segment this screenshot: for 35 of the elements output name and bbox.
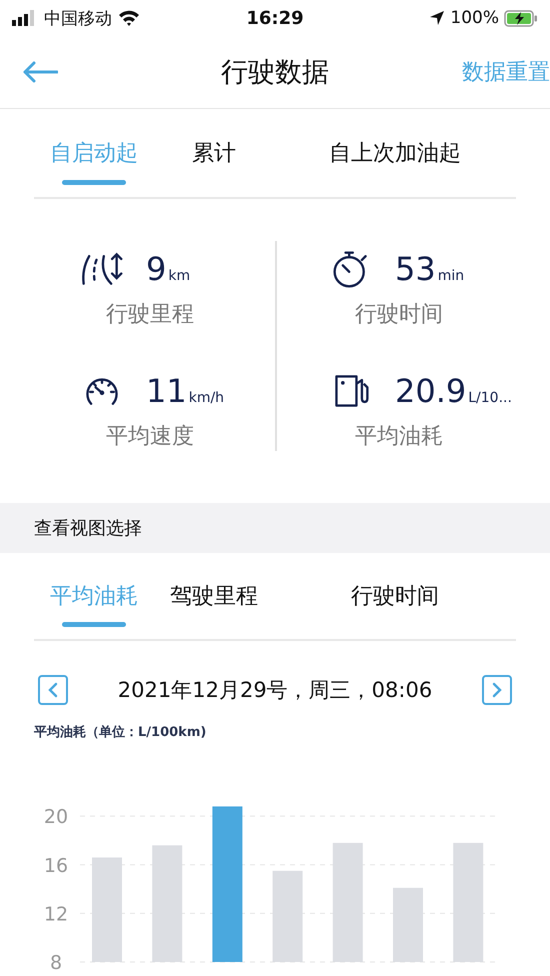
location-arrow-icon [429,10,446,26]
wifi-icon [118,10,140,26]
stat-unit: km [168,268,190,284]
carrier-name: 中国移动 [44,8,112,30]
tab[interactable]: 行驶时间 [274,553,516,639]
y-tick-label: 20 [44,806,68,828]
clock-time: 16:29 [246,8,304,28]
stat-unit: km/h [188,390,224,406]
chevron-left-icon [48,682,58,698]
previous-button[interactable] [38,675,68,705]
battery-percent: 100% [450,8,499,28]
stat-unit: L/10... [468,390,512,406]
chevron-right-icon [492,682,502,698]
section-header: 查看视图选择 [0,503,550,553]
stat-label: 平均速度 [106,423,194,451]
y-tick-label: 16 [44,854,68,877]
tab[interactable]: 自上次加油起 [274,109,516,197]
tab[interactable]: 累计 [154,109,274,197]
tab[interactable]: 驾驶里程 [154,553,274,639]
stat-label: 行驶时间 [355,301,443,329]
battery-charging-icon [504,10,538,26]
next-button[interactable] [482,675,512,705]
stat-label: 行驶里程 [106,301,194,329]
chart-axis-title: 平均油耗（单位：L/100km) [34,724,208,741]
back-arrow-icon [22,61,58,83]
y-tick-label: 12 [44,903,68,926]
stat-label: 平均油耗 [355,423,443,451]
stat-value: 9 [146,250,166,288]
stat-unit: min [438,268,464,284]
stat-value: 53 [395,250,436,288]
page-title: 行驶数据 [221,56,329,90]
stat-value: 11 [146,372,187,410]
stat-value: 20.9 [395,372,466,410]
date-label: 2021年12月29号，周三，08:06 [116,677,434,704]
y-tick-label: 8 [50,952,62,974]
